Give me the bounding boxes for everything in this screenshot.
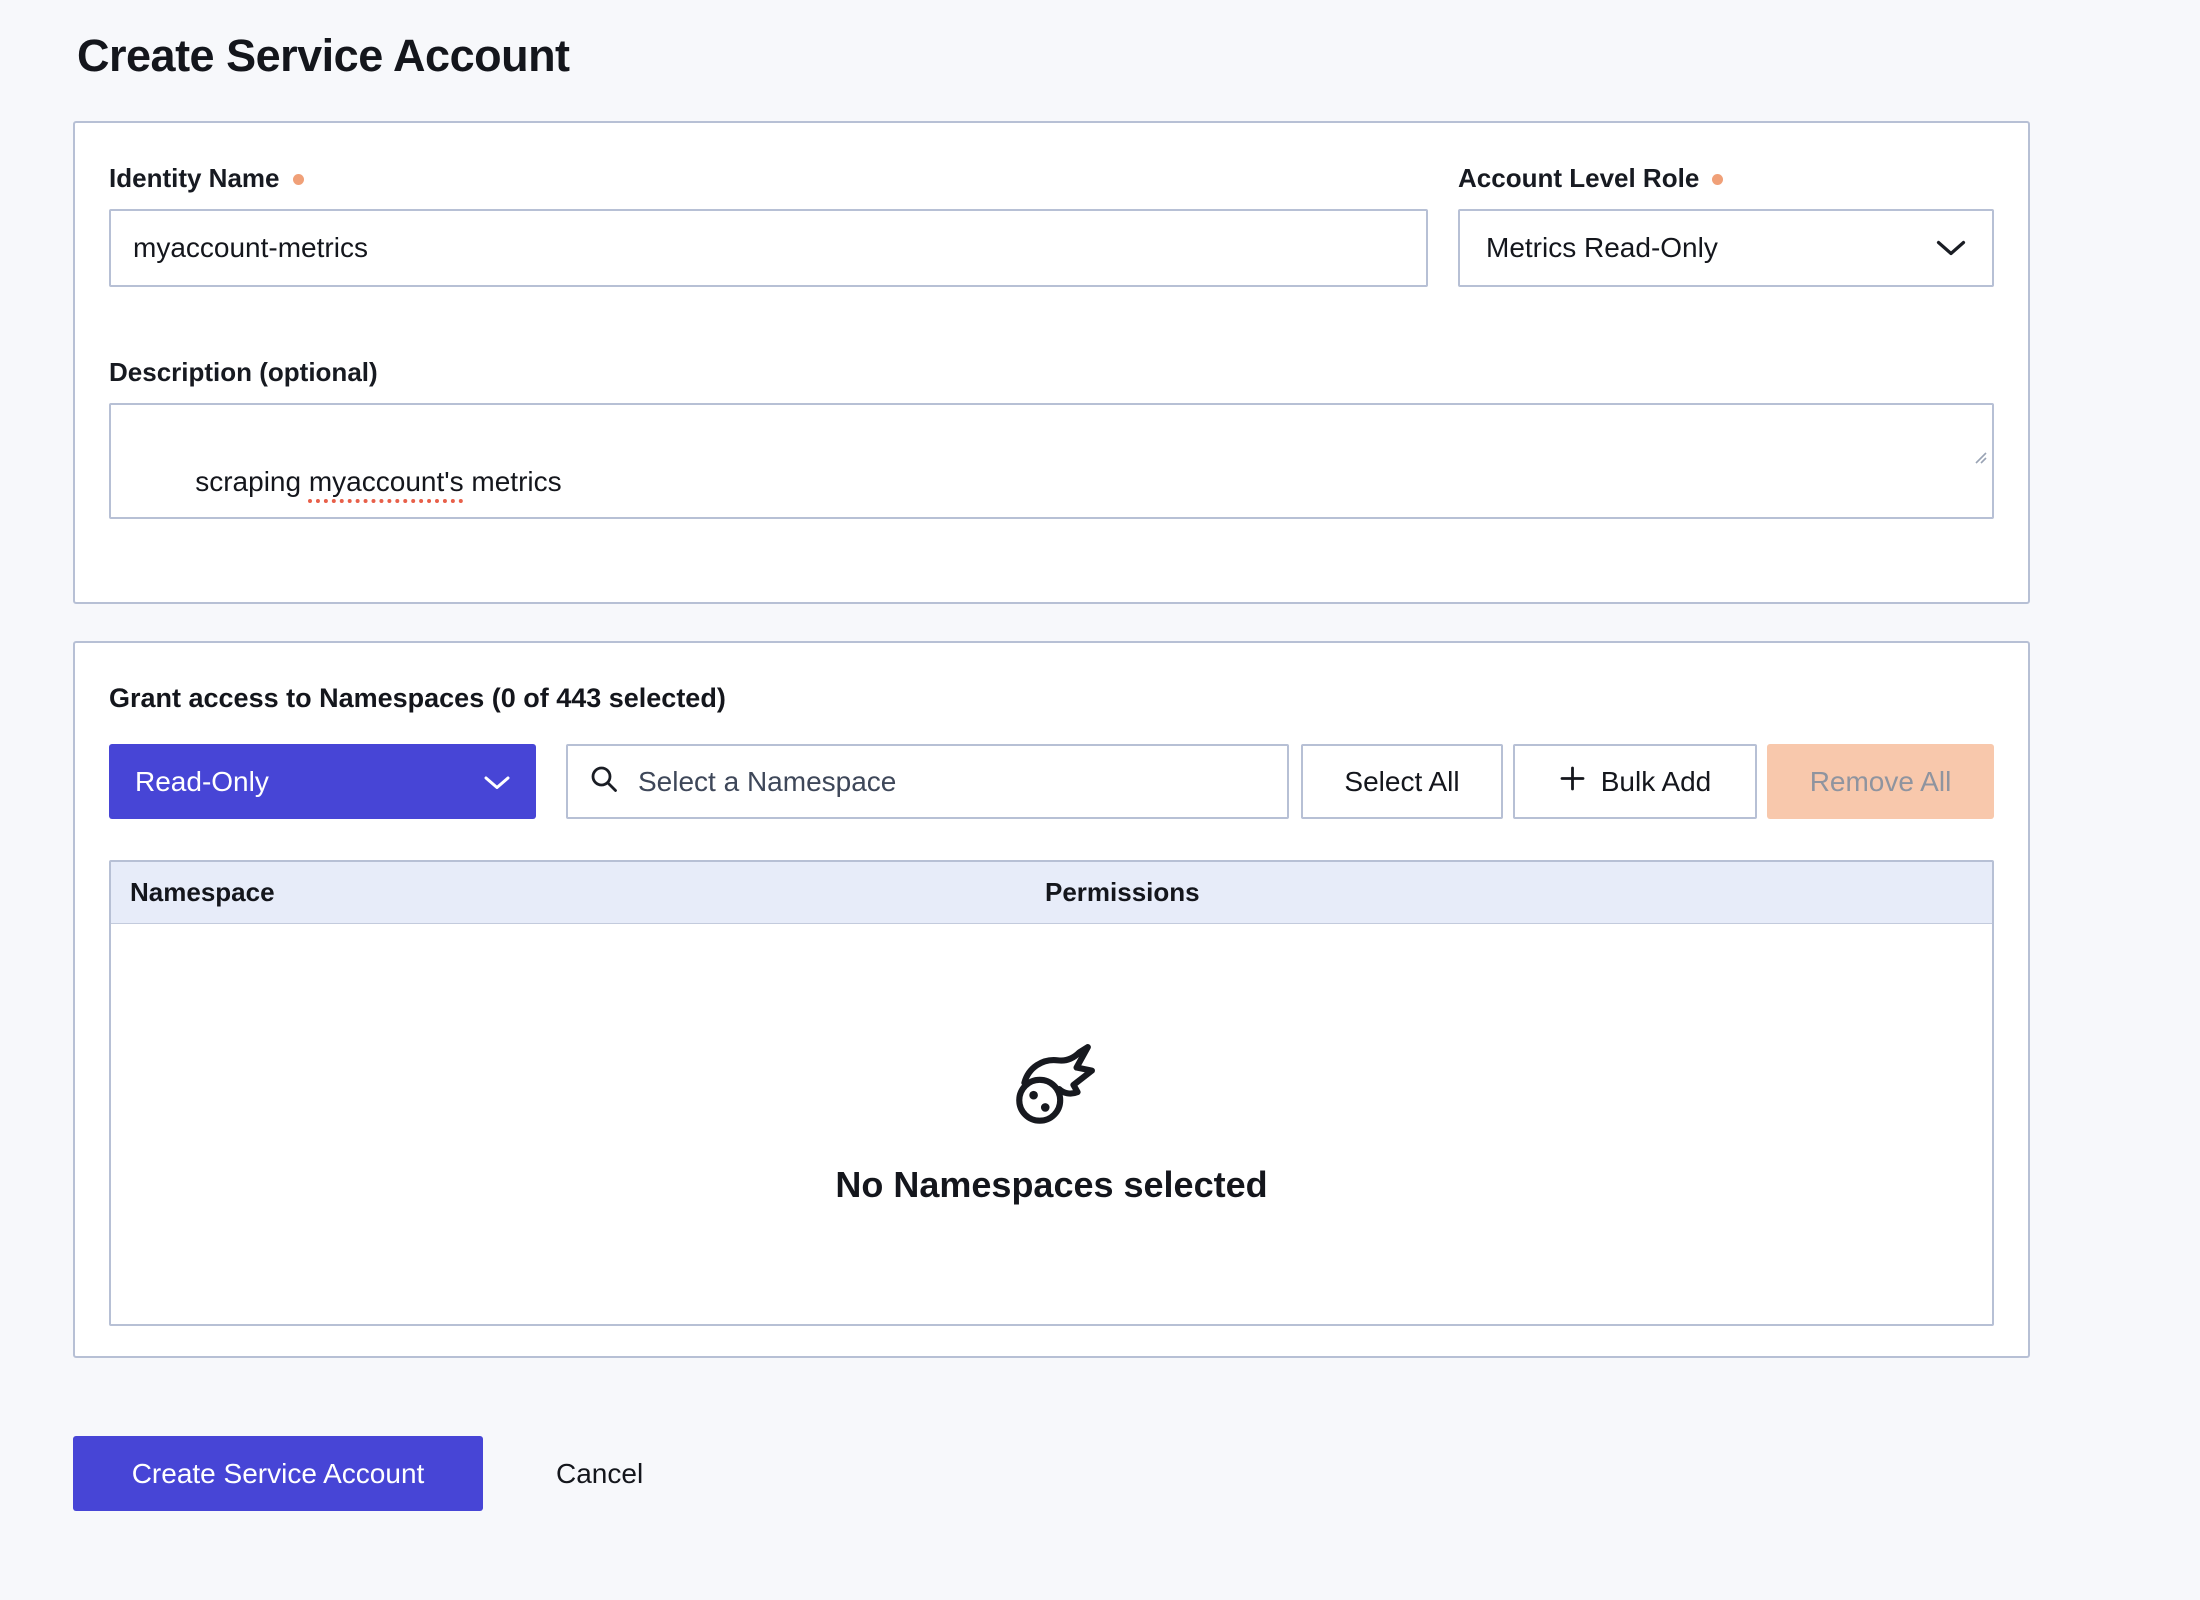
- description-label-text: Description (optional): [109, 357, 378, 387]
- namespaces-table: Namespace Permissions No Namespaces sele…: [109, 860, 1994, 1326]
- permission-role-dropdown[interactable]: Read-Only: [109, 744, 536, 819]
- cancel-button[interactable]: Cancel: [550, 1457, 649, 1491]
- description-text-suffix: metrics: [464, 466, 562, 497]
- namespaces-toolbar: Read-Only Select All: [109, 744, 1994, 819]
- bulk-add-label: Bulk Add: [1601, 766, 1712, 798]
- identity-name-label-text: Identity Name: [109, 163, 280, 193]
- namespaces-table-body: No Namespaces selected: [111, 924, 1992, 1324]
- namespace-search-box: [566, 744, 1289, 819]
- namespaces-card: Grant access to Namespaces (0 of 443 sel…: [73, 641, 2030, 1358]
- account-level-role-value: Metrics Read-Only: [1486, 232, 1718, 264]
- footer-actions: Create Service Account Cancel: [73, 1436, 2200, 1511]
- comet-icon: [1007, 1043, 1097, 1138]
- column-header-permissions: Permissions: [1045, 877, 1200, 908]
- account-level-role-label: Account Level Role: [1458, 163, 1994, 193]
- select-all-label: Select All: [1344, 766, 1459, 798]
- search-icon: [588, 763, 620, 800]
- create-service-account-button[interactable]: Create Service Account: [73, 1436, 483, 1511]
- bulk-add-button[interactable]: Bulk Add: [1513, 744, 1757, 819]
- permission-role-value: Read-Only: [135, 766, 269, 798]
- select-all-button[interactable]: Select All: [1301, 744, 1503, 819]
- plus-icon: [1559, 765, 1586, 799]
- identity-name-label: Identity Name: [109, 163, 1428, 193]
- description-misspelled-word: myaccount's: [309, 466, 464, 497]
- column-header-namespace: Namespace: [111, 877, 1045, 908]
- chevron-down-icon: [1936, 232, 1966, 264]
- remove-all-label: Remove All: [1810, 766, 1952, 798]
- description-label: Description (optional): [109, 357, 1994, 387]
- required-dot: [293, 174, 304, 185]
- account-level-role-select[interactable]: Metrics Read-Only: [1458, 209, 1994, 287]
- page-title: Create Service Account: [77, 30, 2200, 82]
- namespace-search-input[interactable]: [636, 765, 1267, 799]
- identity-name-input[interactable]: [109, 209, 1428, 287]
- description-text-prefix: scraping: [195, 466, 309, 497]
- chevron-down-icon: [484, 766, 510, 798]
- resize-grip-icon[interactable]: [1895, 399, 1988, 513]
- remove-all-button[interactable]: Remove All: [1767, 744, 1994, 819]
- namespaces-heading: Grant access to Namespaces (0 of 443 sel…: [109, 681, 1994, 715]
- empty-state-message: No Namespaces selected: [835, 1164, 1267, 1206]
- required-dot: [1712, 174, 1723, 185]
- identity-details-card: Identity Name Account Level Role Metrics…: [73, 121, 2030, 604]
- namespaces-table-header: Namespace Permissions: [111, 862, 1992, 924]
- account-level-role-label-text: Account Level Role: [1458, 163, 1699, 193]
- create-service-account-page: Create Service Account Identity Name Acc…: [0, 0, 2200, 1511]
- description-textarea[interactable]: scraping myaccount's metrics: [109, 403, 1994, 519]
